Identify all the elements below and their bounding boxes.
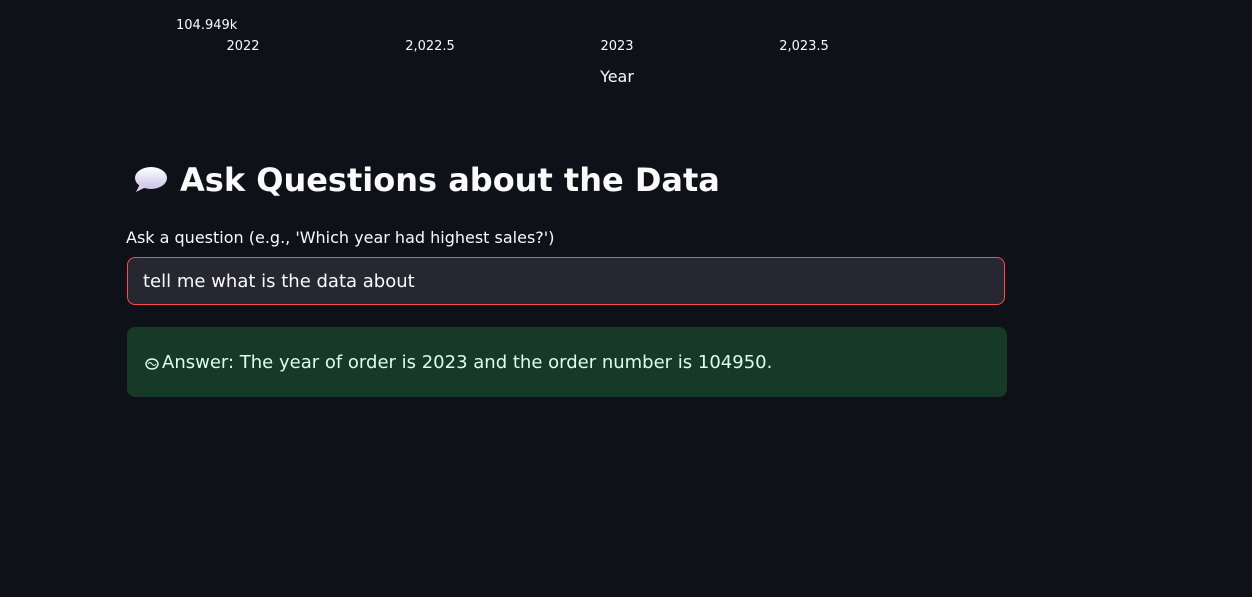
app-page: 104.949k 2022 2,022.5 2023 2,023.5 Year … (0, 0, 1252, 597)
page-title: Ask Questions about the Data (180, 161, 720, 199)
question-label: Ask a question (e.g., 'Which year had hi… (126, 228, 555, 247)
answer-box: Answer: The year of order is 2023 and th… (127, 327, 1007, 397)
year-chart: 104.949k 2022 2,022.5 2023 2,023.5 Year (0, 0, 1252, 100)
qa-heading: Ask Questions about the Data (132, 160, 720, 200)
x-tick-label: 2023 (600, 39, 634, 54)
y-tick-label: 104.949k (176, 18, 238, 33)
x-tick-label: 2,023.5 (779, 39, 829, 54)
speech-bubble-icon (132, 160, 168, 200)
answer-text: Answer: The year of order is 2023 and th… (162, 351, 773, 373)
x-tick-label: 2022 (226, 39, 260, 54)
question-input[interactable] (127, 257, 1005, 305)
x-tick-label: 2,022.5 (405, 39, 455, 54)
brain-icon (145, 355, 159, 370)
x-axis-label: Year (600, 67, 634, 86)
